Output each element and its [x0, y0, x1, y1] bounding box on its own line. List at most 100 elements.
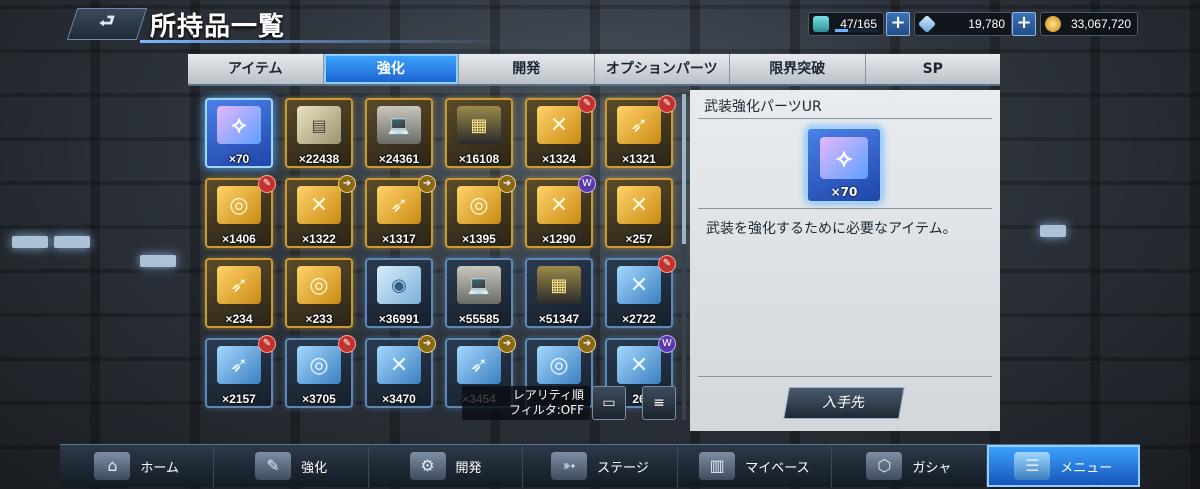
item-quantity: ×16108 — [458, 152, 500, 166]
divider — [698, 376, 992, 377]
inventory-item[interactable]: ✕ ×1322 ➜ — [285, 175, 356, 248]
inventory-item[interactable]: ✕ ×257 — [605, 178, 673, 248]
item-icon: ▦ — [537, 266, 581, 304]
inventory-item[interactable]: ◎ ×1406 ✎ — [205, 175, 276, 248]
inventory-item[interactable]: ◎ ×233 — [285, 258, 353, 328]
acquire-source-button[interactable]: 入手先 — [783, 387, 905, 419]
sort-icon: ≡ — [653, 395, 665, 411]
coin-counter: 33,067,720 — [1040, 12, 1138, 36]
item-icon: ◎ — [297, 266, 341, 304]
nav-item[interactable]: ✎ 強化 — [214, 445, 369, 487]
inventory-item[interactable]: ⟡ ×70 — [205, 98, 273, 168]
item-quantity: ×24361 — [378, 152, 420, 166]
tab-item[interactable]: アイテム — [188, 54, 324, 84]
item-quantity: ×22438 — [298, 152, 340, 166]
item-icon: 💻 — [377, 106, 421, 144]
inventory-item[interactable]: ➶ ×1321 ✎ — [605, 95, 676, 168]
divider — [698, 118, 992, 119]
item-quantity: ×1322 — [302, 232, 336, 246]
item-icon: ➶ — [457, 346, 501, 384]
item-grid: ⟡ ×70 ▤ ×22438 💻 ×24361 ▦ ×16108 ✕ ×1324 ✎ ➶ ×1321 ✎ ◎… — [195, 90, 685, 422]
item-detail-panel: 武装強化パーツUR ⟡ ×70 武装を強化するために必要なアイテム。 入手先 — [690, 90, 1000, 431]
item-icon: ➶ — [217, 346, 261, 384]
grid-scrollbar[interactable] — [682, 94, 686, 420]
detail-title: 武装強化パーツUR — [704, 99, 822, 115]
add-gems-button[interactable]: + — [1012, 12, 1036, 36]
card-view-button[interactable]: ▭ — [592, 386, 626, 420]
enhance-part-icon: ⟡ — [820, 137, 868, 179]
item-icon: ✕ — [537, 186, 581, 224]
inventory-item[interactable]: ✕ ×2722 ✎ — [605, 255, 676, 328]
nav-item[interactable]: ⬡ ガシャ — [832, 445, 987, 487]
inventory-item[interactable]: ◉ ×36991 — [365, 258, 433, 328]
inventory-item[interactable]: ➶ ×2157 ✎ — [205, 335, 276, 408]
inventory-item[interactable]: 💻 ×55585 — [445, 258, 513, 328]
bottom-nav: ⌂ ホーム ✎ 強化 ⚙ 開発 ➳ ステージ ▥ マイベース ⬡ ガシャ ☰ メニュー — [60, 444, 1140, 487]
tab-develop[interactable]: 開発 — [459, 54, 595, 84]
sort-order-text: レアリティ順 — [512, 388, 584, 402]
scrollbar-thumb[interactable] — [682, 94, 686, 244]
inventory-item[interactable]: ✕ ×3470 ➜ — [365, 335, 436, 408]
nav-item[interactable]: ☰ メニュー — [986, 445, 1140, 487]
tab-sp[interactable]: SP — [866, 54, 1001, 84]
nav-label: ステージ — [597, 460, 649, 476]
item-icon: ✕ — [617, 346, 661, 384]
inventory-item[interactable]: ✕ ×1324 ✎ — [525, 95, 596, 168]
inventory-item[interactable]: ▤ ×22438 — [285, 98, 353, 168]
gacha-icon: ⬡ — [866, 452, 903, 480]
add-capacity-button[interactable]: + — [886, 12, 910, 36]
item-icon: ▦ — [457, 106, 501, 144]
back-button[interactable]: ⮐ — [66, 8, 148, 40]
item-icon: ▤ — [297, 106, 341, 144]
nav-label: マイベース — [745, 460, 810, 476]
tab-limit-break[interactable]: 限界突破 — [730, 54, 866, 84]
nav-item[interactable]: ⌂ ホーム — [60, 445, 215, 487]
item-quantity: ×36991 — [378, 312, 420, 326]
inventory-item[interactable]: ✕ ×1290 W — [525, 175, 596, 248]
nav-item[interactable]: ➳ ステージ — [523, 445, 678, 487]
item-quantity: ×3705 — [302, 392, 336, 406]
item-quantity: ×1317 — [382, 232, 416, 246]
sort-button[interactable]: ≡ — [642, 386, 676, 420]
background-light — [1040, 225, 1066, 237]
detail-qty: ×70 — [830, 185, 858, 199]
background-light — [54, 236, 90, 248]
nav-item[interactable]: ⚙ 開発 — [369, 445, 524, 487]
item-quantity: ×233 — [305, 312, 333, 326]
capacity-bar — [835, 29, 879, 32]
item-icon: ✕ — [537, 106, 581, 144]
inventory-item[interactable]: ◎ ×1395 ➜ — [445, 175, 516, 248]
tab-option-parts[interactable]: オプションパーツ — [595, 54, 730, 84]
item-quantity: ×1395 — [462, 232, 496, 246]
inventory-item[interactable]: ▦ ×16108 — [445, 98, 513, 168]
inventory-item[interactable]: ◎ ×3705 ✎ — [285, 335, 356, 408]
item-icon: 💻 — [457, 266, 501, 304]
inventory-item[interactable]: ➶ ×234 — [205, 258, 273, 328]
tab-enhance[interactable]: 強化 — [323, 54, 459, 84]
sort-filter-label[interactable]: レアリティ順 フィルタ:OFF — [462, 386, 590, 420]
nav-label: メニュー — [1060, 460, 1113, 476]
item-icon: ◎ — [457, 186, 501, 224]
gold-badge-icon: ➜ — [418, 175, 436, 193]
background-light — [12, 236, 48, 248]
item-quantity: ×2722 — [622, 312, 656, 326]
category-tabs: アイテム 強化 開発 オプションパーツ 限界突破 SP — [188, 54, 1000, 86]
item-icon: ✕ — [297, 186, 341, 224]
title-underline — [140, 40, 510, 43]
coin-value: 33,067,720 — [1070, 17, 1131, 31]
detail-description: 武装を強化するために必要なアイテム。 — [706, 221, 957, 237]
item-quantity: ×70 — [228, 152, 250, 166]
inventory-item[interactable]: ➶ ×1317 ➜ — [365, 175, 436, 248]
item-icon: ◎ — [297, 346, 341, 384]
item-icon: ◎ — [537, 346, 581, 384]
base-icon: ▥ — [699, 452, 736, 480]
inventory-item[interactable]: ▦ ×51347 — [525, 258, 593, 328]
gold-badge-icon: ➜ — [578, 335, 596, 353]
factory-icon: ⚙ — [409, 452, 446, 480]
red-badge-icon: ✎ — [578, 95, 596, 113]
detail-item-icon: ⟡ ×70 — [806, 127, 882, 203]
inventory-item[interactable]: 💻 ×24361 — [365, 98, 433, 168]
background-light — [140, 255, 176, 267]
nav-item[interactable]: ▥ マイベース — [678, 445, 833, 487]
purple-badge-icon: W — [658, 335, 676, 353]
